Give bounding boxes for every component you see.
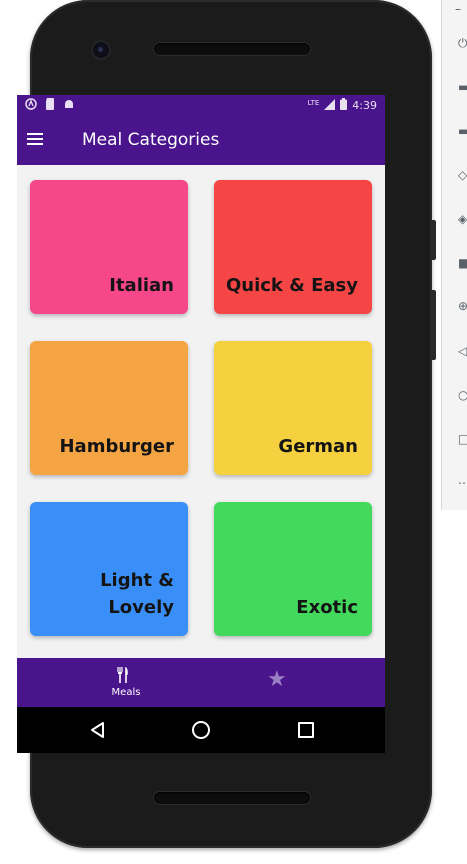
- app-bar: Meal Categories: [17, 117, 385, 165]
- recents-icon[interactable]: [298, 722, 314, 738]
- category-label: Italian: [109, 275, 174, 296]
- app-icon: [25, 98, 37, 113]
- system-nav-bar: [17, 707, 385, 753]
- fork-knife-icon: [117, 667, 129, 683]
- category-label: German: [278, 436, 358, 457]
- category-tile-hamburger[interactable]: Hamburger: [30, 341, 188, 475]
- bottom-nav: Meals ★: [17, 658, 385, 707]
- power-button: [432, 220, 436, 260]
- home-icon[interactable]: [192, 721, 210, 739]
- bottom-speaker: [154, 792, 310, 804]
- category-label: Hamburger: [59, 436, 174, 457]
- android-icon: [63, 98, 75, 113]
- status-bar: LTE 4:39: [17, 95, 385, 117]
- star-icon: ★: [267, 667, 287, 692]
- top-speaker: [154, 43, 310, 55]
- status-left-icons: [25, 98, 75, 113]
- front-camera: [93, 42, 109, 58]
- more-icon[interactable]: ⋯: [458, 477, 467, 489]
- volume-up-icon[interactable]: ▬: [458, 81, 467, 93]
- volume-button: [432, 290, 436, 360]
- nav-tab-favorites[interactable]: ★: [201, 658, 385, 707]
- network-label: LTE: [307, 98, 320, 107]
- rotate-left-icon[interactable]: ◇: [458, 169, 467, 181]
- page-title: Meal Categories: [82, 130, 220, 150]
- rotate-right-icon[interactable]: ◈: [458, 213, 467, 225]
- back-icon[interactable]: ◁: [458, 345, 467, 357]
- category-grid: Italian Quick & Easy Hamburger German Li…: [17, 165, 385, 658]
- minimize-icon[interactable]: –: [455, 2, 461, 16]
- overview-icon[interactable]: □: [458, 433, 467, 445]
- zoom-icon[interactable]: ⊕: [458, 300, 467, 312]
- back-icon[interactable]: [89, 721, 107, 739]
- category-label: Exotic: [296, 597, 358, 618]
- category-tile-german[interactable]: German: [214, 341, 372, 475]
- hamburger-menu-icon[interactable]: [27, 133, 43, 145]
- home-icon[interactable]: ○: [458, 389, 467, 401]
- battery-icon: [340, 98, 348, 113]
- category-label: Quick & Easy: [225, 275, 358, 296]
- app-screen: LTE 4:39 Meal Categories Italian Quick &…: [17, 95, 385, 707]
- screenshot-icon[interactable]: ■: [458, 257, 467, 269]
- emulator-toolbar: – ⏻ ▬ ▬ ◇ ◈ ■ ⊕ ◁ ○ □ ⋯: [441, 0, 467, 510]
- status-time: 4:39: [352, 99, 377, 112]
- category-tile-quick-easy[interactable]: Quick & Easy: [214, 180, 372, 314]
- nav-tab-meals[interactable]: Meals: [17, 658, 201, 707]
- category-tile-exotic[interactable]: Exotic: [214, 502, 372, 636]
- category-tile-light-lovely[interactable]: Light & Lovely: [30, 502, 188, 636]
- signal-icon: [324, 98, 336, 113]
- power-icon[interactable]: ⏻: [458, 37, 467, 49]
- volume-down-icon[interactable]: ▬: [458, 125, 467, 137]
- category-tile-italian[interactable]: Italian: [30, 180, 188, 314]
- category-label: Light & Lovely: [100, 570, 174, 618]
- status-right-icons: LTE 4:39: [308, 98, 377, 113]
- sd-card-icon: [45, 98, 55, 113]
